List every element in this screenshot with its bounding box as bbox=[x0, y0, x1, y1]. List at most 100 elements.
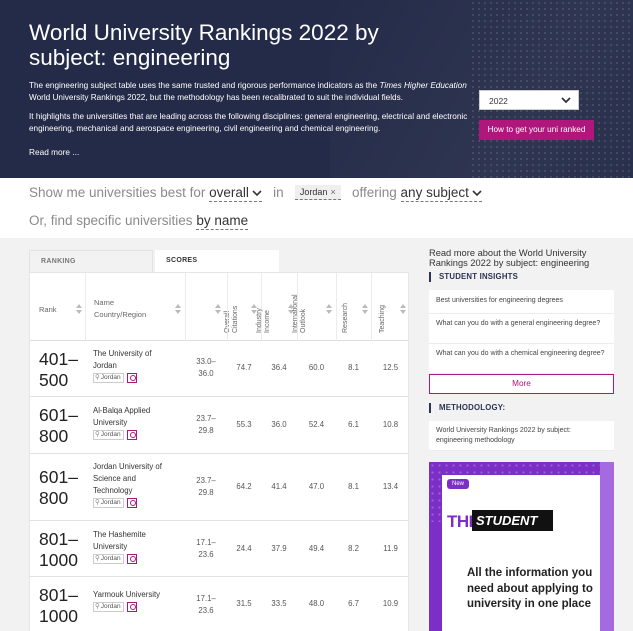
hero-description-2: It highlights the universities that are … bbox=[29, 112, 468, 133]
find-by-name-dropdown[interactable]: by name bbox=[196, 213, 249, 230]
intl-score: 60.0 bbox=[308, 363, 325, 372]
th-teaching[interactable]: Teaching bbox=[371, 273, 408, 341]
hero-description: The engineering subject table uses the s… bbox=[29, 81, 467, 102]
teaching-score: 11.9 bbox=[383, 544, 398, 553]
location-pin-icon: ⚲ bbox=[95, 430, 100, 438]
rank-value: 801– 1000 bbox=[39, 529, 78, 570]
teaching-score: 10.9 bbox=[382, 599, 399, 608]
close-icon[interactable]: × bbox=[330, 187, 335, 197]
citations-score: 64.2 bbox=[236, 482, 252, 491]
rankings-table: Rank Name Country/Region Overall Citatio… bbox=[29, 272, 409, 631]
table-row[interactable]: 801– 1000 Yarmouk University ⚲Jordan 17.1… bbox=[30, 577, 408, 631]
industry-score: 41.4 bbox=[271, 482, 287, 491]
country-tag[interactable]: ⚲Jordan bbox=[93, 372, 124, 383]
year-select-value: 2022 bbox=[489, 96, 508, 106]
read-more-link[interactable]: Read more ... bbox=[29, 147, 79, 157]
th-overall[interactable]: Overall bbox=[185, 273, 231, 341]
compare-icon[interactable] bbox=[126, 553, 137, 564]
industry-score: 37.9 bbox=[271, 544, 287, 553]
table-row[interactable]: 601– 800 Al-Balqa Applied University ⚲Jord… bbox=[30, 397, 408, 454]
country-tag[interactable]: ⚲Jordan bbox=[93, 601, 124, 612]
chevron-down-icon bbox=[472, 190, 482, 197]
industry-score: 36.4 bbox=[271, 363, 287, 372]
sort-icon bbox=[326, 304, 332, 314]
new-badge: New bbox=[447, 479, 469, 489]
sort-icon bbox=[175, 304, 181, 314]
th-rank[interactable]: Rank bbox=[30, 273, 85, 341]
insight-link[interactable]: Best universities for engineering degree… bbox=[429, 290, 614, 314]
more-button[interactable]: More bbox=[429, 374, 614, 394]
country-tag[interactable]: ⚲Jordan bbox=[93, 429, 124, 440]
country-tag[interactable]: ⚲Jordan bbox=[93, 497, 124, 508]
teaching-score: 12.5 bbox=[382, 363, 399, 372]
student-promo-banner[interactable]: New THE STUDENT All the information you … bbox=[429, 462, 614, 631]
table-header: Rank Name Country/Region Overall Citatio… bbox=[30, 273, 408, 341]
tab-ranking[interactable]: RANKING bbox=[29, 250, 153, 272]
country-tag[interactable]: ⚲Jordan bbox=[93, 553, 124, 564]
citations-score: 55.3 bbox=[236, 420, 252, 429]
university-name-link[interactable]: Yarmouk University bbox=[93, 590, 160, 599]
student-logo-text: STUDENT bbox=[472, 510, 553, 531]
rank-value: 801– 1000 bbox=[39, 585, 78, 626]
compare-icon[interactable] bbox=[126, 372, 137, 383]
research-score: 8.1 bbox=[348, 482, 359, 491]
university-name-link[interactable]: The Hashemite University bbox=[93, 530, 146, 551]
country-chip[interactable]: Jordan × bbox=[294, 185, 341, 200]
intl-score: 48.0 bbox=[308, 599, 325, 608]
th-research[interactable]: Research bbox=[336, 273, 371, 341]
hero-dot-pattern bbox=[470, 0, 633, 178]
teaching-score: 13.4 bbox=[382, 482, 399, 491]
citations-score: 74.7 bbox=[236, 363, 252, 372]
compare-icon[interactable] bbox=[126, 429, 137, 440]
filter-label-show: Show me universities best for bbox=[29, 185, 206, 200]
insight-link[interactable]: What can you do with a chemical engineer… bbox=[429, 344, 614, 374]
get-ranked-button[interactable]: How to get your uni ranked bbox=[479, 120, 594, 140]
table-row[interactable]: 601– 800 Jordan University of Science and T… bbox=[30, 454, 408, 521]
overall-score: 33.0– 36.0 bbox=[196, 357, 216, 378]
sort-icon bbox=[76, 304, 82, 314]
page-title: World University Rankings 2022 by subjec… bbox=[29, 20, 379, 70]
university-name-link[interactable]: Jordan University of Science and Technolog… bbox=[93, 462, 162, 495]
industry-score: 36.0 bbox=[271, 420, 287, 429]
methodology-link[interactable]: World University Rankings 2022 by subjec… bbox=[429, 421, 614, 451]
filter-label-find: Or, find specific universities bbox=[29, 213, 193, 228]
intl-score: 52.4 bbox=[308, 420, 325, 429]
university-name-link[interactable]: The University of Jordan bbox=[93, 349, 152, 370]
find-sentence: Or, find specific universities by name bbox=[29, 213, 249, 230]
table-row[interactable]: 801– 1000 The Hashemite University ⚲Jordan… bbox=[30, 521, 408, 577]
sort-icon bbox=[362, 304, 368, 314]
year-select[interactable]: 2022 bbox=[479, 90, 579, 110]
rank-value: 601– 800 bbox=[39, 467, 78, 508]
compare-icon[interactable] bbox=[126, 497, 137, 508]
overall-score: 17.1– 23.6 bbox=[196, 594, 216, 615]
tab-scores[interactable]: SCORES bbox=[155, 250, 279, 272]
filter-sentence: Show me universities best for overall in… bbox=[29, 185, 482, 202]
citations-score: 31.5 bbox=[236, 599, 252, 608]
methodology-heading: METHODOLOGY: bbox=[429, 403, 505, 413]
promo-text: All the information you need about apply… bbox=[467, 567, 593, 610]
table-row[interactable]: 401– 500 The University of Jordan ⚲Jordan … bbox=[30, 341, 408, 397]
hero-banner: World University Rankings 2022 by subjec… bbox=[0, 0, 633, 178]
sort-icon bbox=[215, 304, 221, 314]
overall-score: 23.7– 29.8 bbox=[196, 414, 216, 435]
insight-link[interactable]: What can you do with a general engineeri… bbox=[429, 314, 614, 344]
subject-dropdown[interactable]: any subject bbox=[400, 185, 482, 202]
location-pin-icon: ⚲ bbox=[95, 554, 100, 562]
compare-icon[interactable] bbox=[126, 601, 137, 612]
sort-by-dropdown[interactable]: overall bbox=[209, 185, 262, 202]
sidebar-title: Read more about the World University Ran… bbox=[429, 248, 590, 268]
th-international-outlook[interactable]: International Outlook bbox=[292, 273, 336, 341]
research-score: 6.1 bbox=[348, 420, 359, 429]
th-name[interactable]: Name Country/Region bbox=[85, 273, 185, 341]
chevron-down-icon bbox=[561, 97, 571, 104]
overall-score: 17.1– 23.6 bbox=[196, 538, 216, 559]
teaching-score: 10.8 bbox=[382, 420, 399, 429]
filter-label-offering: offering bbox=[351, 185, 397, 200]
university-name-link[interactable]: Al-Balqa Applied University bbox=[93, 406, 150, 427]
location-pin-icon: ⚲ bbox=[95, 498, 100, 506]
overall-score: 23.7– 29.8 bbox=[196, 476, 216, 497]
research-score: 8.2 bbox=[348, 544, 359, 553]
chevron-down-icon bbox=[252, 190, 262, 197]
location-pin-icon: ⚲ bbox=[95, 602, 100, 610]
intl-score: 47.0 bbox=[308, 482, 325, 491]
